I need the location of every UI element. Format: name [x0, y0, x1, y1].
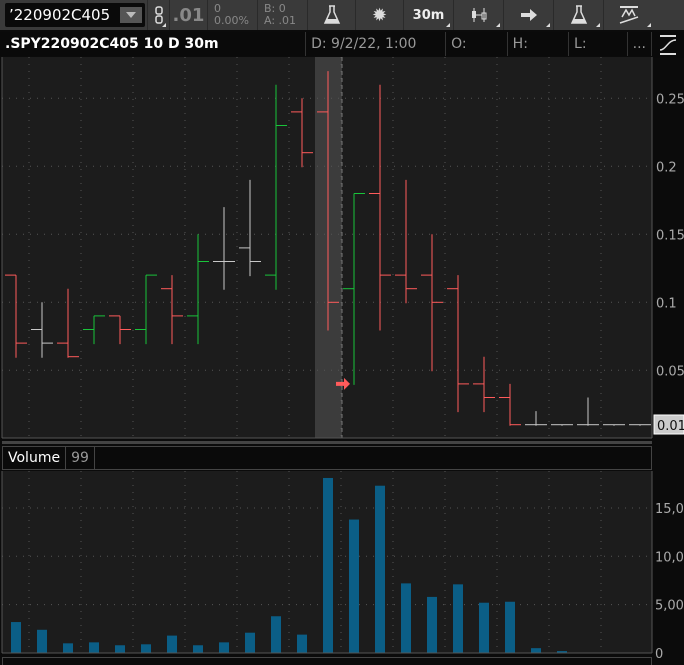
volume-tick-label: 15,000	[655, 502, 684, 517]
volume-bar	[141, 644, 151, 653]
bottom-scroll-area[interactable]	[2, 657, 652, 665]
volume-tick-label: 0	[655, 647, 663, 662]
volume-bar	[427, 596, 437, 653]
volume-bar	[453, 584, 463, 653]
volume-bar	[89, 642, 99, 653]
volume-bar	[271, 616, 281, 653]
price-tick-label: 0.25	[656, 92, 684, 107]
volume-bar	[11, 622, 21, 653]
volume-bar	[167, 635, 177, 653]
volume-bar	[37, 629, 47, 653]
volume-label: Volume	[3, 447, 67, 469]
price-tick-label: 0.05	[656, 364, 684, 379]
volume-bar	[375, 485, 385, 653]
volume-bar	[323, 477, 333, 653]
volume-header: Volume 99	[2, 446, 652, 470]
volume-bar	[245, 632, 255, 653]
price-tick-label: 0.2	[656, 160, 677, 175]
volume-bar	[297, 634, 307, 653]
price-tick-label: 0.15	[656, 228, 684, 243]
panel-divider	[2, 441, 652, 444]
price-tick-label: 0.1	[656, 296, 677, 311]
volume-bar	[479, 602, 489, 653]
volume-bar	[531, 648, 541, 653]
chart-canvas[interactable]: 0.25 0.2 0.15 0.1 0.05 0.01 15,000 10,000 5,000 0	[0, 0, 684, 665]
volume-tick-label: 5,000	[655, 599, 684, 614]
volume-bar	[401, 583, 411, 653]
volume-bar	[63, 643, 73, 653]
volume-value: 99	[66, 447, 95, 469]
volume-bar	[115, 645, 125, 653]
volume-bar	[349, 519, 359, 653]
volume-bar	[219, 642, 229, 653]
last-price-label: 0.01	[657, 419, 684, 434]
volume-tick-label: 10,000	[655, 550, 684, 565]
volume-bar	[505, 601, 515, 653]
volume-bar	[193, 645, 203, 653]
